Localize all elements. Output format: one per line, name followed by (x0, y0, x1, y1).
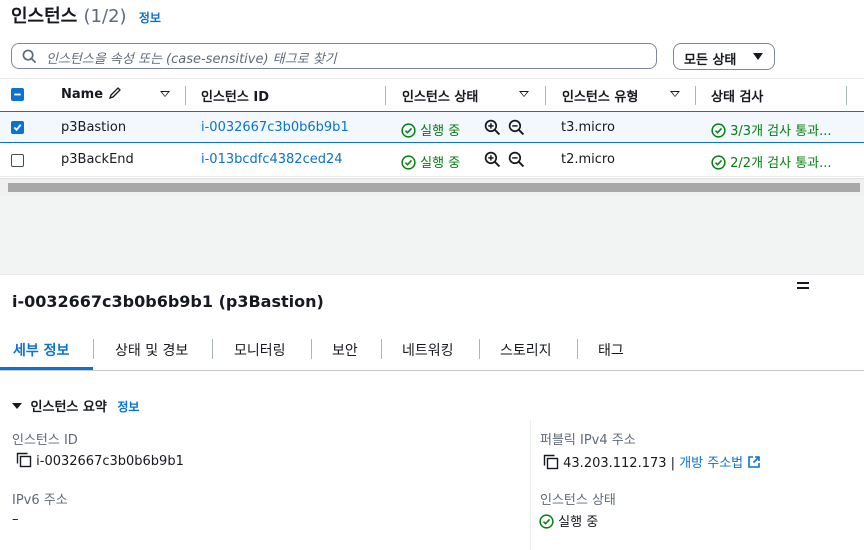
open-address-link[interactable]: 개방 주소법 (679, 456, 743, 471)
instance-id-label: 인스턴스 ID (12, 433, 78, 448)
external-link-icon[interactable] (747, 455, 761, 469)
zoom-in-icon[interactable] (484, 119, 501, 140)
tab-networking[interactable]: 네트워킹 (402, 340, 454, 360)
public-ipv4-value: 43.203.112.173 | 개방 주소법 (543, 452, 761, 471)
row-state: 실행 중 (401, 152, 460, 171)
tab-storage[interactable]: 스토리지 (500, 340, 552, 360)
table-row[interactable]: p3Bastion i-0032667c3b0b6b9b1 실행 중 t3.mi… (0, 111, 864, 143)
tab-details[interactable]: 세부 정보 (13, 340, 69, 360)
column-header-instance-id[interactable]: 인스턴스 ID (201, 86, 269, 105)
row-status-check[interactable]: 2/2개 검사 통과... (711, 152, 832, 171)
ipv6-value: – (12, 512, 19, 527)
instance-state-label: 인스턴스 상태 (540, 493, 616, 508)
detail-tabs: 세부 정보 상태 및 경보 모니터링 보안 네트워킹 스토리지 태그 (0, 336, 864, 371)
row-checkbox[interactable] (11, 154, 24, 167)
info-link[interactable]: 정보 (139, 11, 161, 25)
row-instance-type: t2.micro (561, 152, 615, 167)
instance-id-value: i-0032667c3b0b6b9b1 (16, 452, 184, 469)
horizontal-scrollbar[interactable] (0, 178, 864, 196)
tab-security[interactable]: 보안 (332, 340, 358, 360)
zoom-in-icon[interactable] (484, 151, 501, 172)
column-header-instance-state[interactable]: 인스턴스 상태 (402, 86, 478, 105)
search-icon (22, 49, 37, 64)
row-name: p3Bastion (61, 120, 127, 135)
row-instance-id-link[interactable]: i-0032667c3b0b6b9b1 (201, 120, 349, 135)
detail-title: i-0032667c3b0b6b9b1 (p3Bastion) (12, 292, 324, 311)
row-state: 실행 중 (401, 120, 460, 139)
column-header-status-check[interactable]: 상태 검사 (711, 86, 763, 105)
scrollbar-thumb[interactable] (8, 183, 860, 192)
summary-section-toggle[interactable]: 인스턴스 요약 정보 (12, 396, 139, 415)
table-row[interactable]: p3BackEnd i-013bcdfc4382ced24 실행 중 t2.mi… (0, 144, 864, 177)
table-header: Name 인스턴스 ID 인스턴스 상태 인스턴스 유형 상태 검사 (0, 78, 864, 112)
row-status-check[interactable]: 3/3개 검사 통과... (711, 120, 832, 139)
page-title: 인스턴스 (1/2) 정보 (11, 6, 161, 27)
pencil-icon (108, 87, 121, 100)
instance-count: (1/2) (83, 6, 127, 27)
state-filter-select[interactable]: 모든 상태 (673, 43, 775, 70)
drag-handle-icon[interactable] (797, 282, 809, 289)
zoom-out-icon[interactable] (508, 151, 525, 172)
row-name: p3BackEnd (61, 152, 134, 167)
copy-icon[interactable] (543, 454, 559, 470)
zoom-out-icon[interactable] (508, 119, 525, 140)
search-placeholder: 인스턴스을 속성 또는 (case-sensitive) 태그로 찾기 (46, 52, 337, 67)
info-link[interactable]: 정보 (117, 400, 139, 414)
column-divider (530, 420, 531, 550)
select-all-checkbox[interactable] (11, 88, 24, 101)
public-ipv4-label: 퍼블릭 IPv4 주소 (540, 433, 636, 448)
ipv6-label: IPv6 주소 (12, 493, 68, 508)
row-instance-id-link[interactable]: i-013bcdfc4382ced24 (201, 152, 343, 167)
caret-down-icon (753, 53, 763, 60)
search-input[interactable]: 인스턴스을 속성 또는 (case-sensitive) 태그로 찾기 (11, 43, 657, 69)
row-instance-type: t3.micro (561, 120, 615, 135)
check-circle-icon (711, 123, 726, 138)
tab-tags[interactable]: 태그 (598, 340, 624, 360)
active-tab-indicator (0, 367, 93, 370)
column-header-instance-type[interactable]: 인스턴스 유형 (562, 86, 638, 105)
split-panel-gap (0, 196, 864, 275)
copy-icon[interactable] (16, 452, 32, 468)
check-circle-icon (539, 514, 554, 529)
caret-down-icon (12, 403, 22, 409)
tab-status-alarms[interactable]: 상태 및 경보 (115, 340, 188, 360)
sort-icon[interactable] (519, 91, 529, 97)
check-circle-icon (401, 123, 416, 138)
summary-heading: 인스턴스 요약 (30, 400, 107, 415)
tab-monitoring[interactable]: 모니터링 (234, 340, 286, 360)
sort-icon[interactable] (670, 91, 680, 97)
check-circle-icon (711, 155, 726, 170)
sort-icon[interactable] (160, 91, 170, 97)
column-header-name[interactable]: Name (61, 86, 122, 102)
check-circle-icon (401, 155, 416, 170)
instance-state-value: 실행 중 (539, 511, 598, 530)
state-filter-label: 모든 상태 (684, 53, 737, 68)
row-checkbox[interactable] (11, 121, 24, 134)
